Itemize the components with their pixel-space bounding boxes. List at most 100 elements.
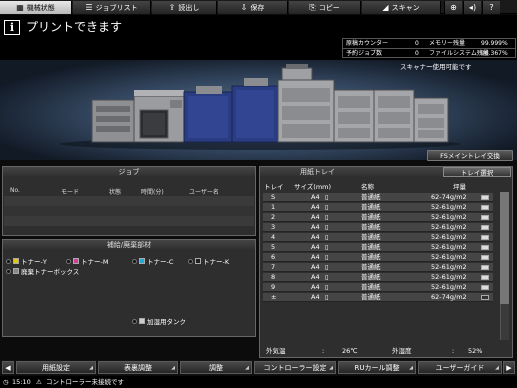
tab-store[interactable]: ⇩ 保存 bbox=[218, 1, 288, 14]
tray-row[interactable]: ± A4 普通紙 62-74g/m2 ▯ bbox=[263, 293, 493, 302]
scroll-left-button[interactable]: ◀ bbox=[2, 361, 14, 374]
memory-value: 99.999% bbox=[481, 40, 508, 47]
tray-paper-name: 普通紙 bbox=[361, 243, 381, 251]
tray-row[interactable]: 5 A4 普通紙 52-61g/m2 ▯ bbox=[263, 243, 493, 252]
tray-paper-name: 普通紙 bbox=[361, 293, 381, 301]
tab-copy[interactable]: ⎘ コピー bbox=[289, 1, 361, 14]
adjustment-button[interactable]: 調整 ◢ bbox=[180, 361, 252, 374]
tab-machine-status[interactable]: ▦ 機械状態 bbox=[0, 1, 72, 14]
status-dot-icon bbox=[188, 258, 193, 264]
tray-id: 7 bbox=[271, 263, 276, 271]
status-dot-icon bbox=[132, 258, 137, 264]
tray-id: 9 bbox=[271, 283, 276, 291]
job-list-icon: ☰ bbox=[85, 2, 93, 12]
portrait-orientation-icon: ▯ bbox=[325, 203, 329, 211]
ru-curl-adjust-button[interactable]: RUカール調整 ◢ bbox=[338, 361, 416, 374]
portrait-orientation-icon: ▯ bbox=[325, 263, 329, 271]
tray-paper-name: 普通紙 bbox=[361, 253, 381, 261]
portrait-orientation-icon: ▯ bbox=[325, 223, 329, 231]
outside-humidity-label: 外湿度 bbox=[392, 347, 412, 355]
tray-paper-weight: 52-61g/m2 bbox=[431, 203, 467, 211]
supply-toner-c: トナー-C bbox=[132, 256, 173, 266]
tray-paper-name: 普通紙 bbox=[361, 213, 381, 221]
fs-main-tray-exchange-button[interactable]: FSメイントレイ交換 bbox=[427, 150, 513, 161]
toner-bottle-icon bbox=[195, 258, 201, 264]
tray-scrollbar-thumb[interactable] bbox=[500, 192, 509, 304]
clock-icon: ◷ bbox=[3, 378, 9, 386]
original-counter-value: 0 bbox=[415, 40, 419, 47]
store-icon: ⇩ bbox=[240, 2, 248, 12]
tray-size: A4 bbox=[311, 263, 320, 271]
tray-row[interactable]: 3 A4 普通紙 52-61g/m2 ▯ bbox=[263, 223, 493, 232]
status-dot-icon bbox=[6, 268, 11, 274]
supply-humidifier-tank: 加湿用タンク bbox=[132, 316, 186, 326]
tray-paper-name: 普通紙 bbox=[361, 203, 381, 211]
machine-status-icon: ▦ bbox=[16, 2, 24, 12]
outside-temp-label: 外気温 bbox=[266, 347, 286, 355]
tray-paper-weight: 52-61g/m2 bbox=[431, 213, 467, 221]
tray-paper-weight: 52-61g/m2 bbox=[431, 223, 467, 231]
paper-level-icon bbox=[481, 195, 489, 200]
front-back-adjust-button[interactable]: 表裏調整 ◢ bbox=[98, 361, 178, 374]
tray-size: A4 bbox=[311, 213, 320, 221]
job-table-header: No. モード 状態 時間(分) ユーザー名 bbox=[3, 187, 255, 196]
tray-paper-weight: 62-74g/m2 bbox=[431, 293, 467, 301]
tray-row[interactable]: 2 A4 普通紙 52-61g/m2 ▯ bbox=[263, 213, 493, 222]
tray-paper-weight: 52-61g/m2 bbox=[431, 233, 467, 241]
tray-paper-name: 普通紙 bbox=[361, 283, 381, 291]
job-row[interactable] bbox=[4, 216, 254, 226]
paper-level-icon bbox=[481, 265, 489, 270]
reserved-jobs-label: 予約ジョブ数 bbox=[346, 50, 383, 57]
status-bar-message: コントローラー未接続です bbox=[46, 378, 124, 386]
supply-panel: 補給/廃棄部材 bbox=[2, 239, 256, 337]
machine-illustration bbox=[0, 60, 517, 160]
tray-row[interactable]: S A4 普通紙 62-74g/m2 ▯ bbox=[263, 193, 493, 202]
tab-scan[interactable]: ◢ スキャン bbox=[362, 1, 441, 14]
tray-select-button[interactable]: トレイ選択 bbox=[443, 167, 511, 177]
toner-bottle-icon bbox=[73, 258, 79, 264]
tray-id: S bbox=[271, 193, 276, 201]
tray-size: A4 bbox=[311, 283, 320, 291]
scanner-status-message: スキャナー使用可能です bbox=[400, 63, 472, 71]
scan-icon: ◢ bbox=[382, 2, 389, 12]
globe-icon[interactable]: ⊕ bbox=[444, 1, 462, 14]
help-icon[interactable]: ? bbox=[482, 1, 500, 14]
tray-row[interactable]: 8 A4 普通紙 52-61g/m2 ▯ bbox=[263, 273, 493, 282]
tray-paper-weight: 52-61g/m2 bbox=[431, 283, 467, 291]
tray-size: A4 bbox=[311, 193, 320, 201]
tab-job-list[interactable]: ☰ ジョブリスト bbox=[73, 1, 151, 14]
outside-humidity-value: 52% bbox=[468, 347, 483, 355]
copy-icon: ⎘ bbox=[309, 2, 316, 12]
portrait-orientation-icon: ▯ bbox=[325, 193, 329, 201]
tray-row[interactable]: 9 A4 普通紙 52-61g/m2 ▯ bbox=[263, 283, 493, 292]
supply-toner-y: トナー-Y bbox=[6, 256, 47, 266]
recall-icon: ⇪ bbox=[168, 2, 176, 12]
tab-recall[interactable]: ⇪ 読出し bbox=[152, 1, 217, 14]
controller-setting-button[interactable]: コントローラー設定 ◢ bbox=[254, 361, 336, 374]
tray-size: A4 bbox=[311, 273, 320, 281]
paper-level-icon bbox=[481, 205, 489, 210]
job-row[interactable] bbox=[4, 196, 254, 206]
job-col-no: No. bbox=[10, 187, 20, 194]
paper-setting-button[interactable]: 用紙設定 ◢ bbox=[16, 361, 96, 374]
tray-paper-name: 普通紙 bbox=[361, 233, 381, 241]
portrait-orientation-icon: ▯ bbox=[325, 293, 329, 301]
tray-paper-weight: 62-74g/m2 bbox=[431, 193, 467, 201]
user-guide-button[interactable]: ユーザーガイド ◢ bbox=[418, 361, 502, 374]
status-dot-icon bbox=[66, 258, 71, 264]
volume-icon[interactable]: ◂) bbox=[463, 1, 481, 14]
portrait-orientation-icon: ▯ bbox=[325, 283, 329, 291]
tray-row[interactable]: 1 A4 普通紙 52-61g/m2 ▯ bbox=[263, 203, 493, 212]
tray-paper-name: 普通紙 bbox=[361, 223, 381, 231]
tray-table-header: トレイ サイズ(mm) 名称 坪量 bbox=[261, 181, 509, 191]
tray-row[interactable]: 4 A4 普通紙 52-61g/m2 ▯ bbox=[263, 233, 493, 242]
paper-level-icon bbox=[481, 255, 489, 260]
job-row[interactable] bbox=[4, 206, 254, 216]
scroll-right-button[interactable]: ▶ bbox=[503, 361, 515, 374]
status-dot-icon bbox=[132, 318, 137, 324]
tray-col-name: 名称 bbox=[361, 183, 374, 191]
job-col-time: 時間(分) bbox=[141, 189, 164, 196]
portrait-orientation-icon: ▯ bbox=[325, 233, 329, 241]
tray-row[interactable]: 7 A4 普通紙 52-61g/m2 ▯ bbox=[263, 263, 493, 272]
tray-row[interactable]: 6 A4 普通紙 52-61g/m2 ▯ bbox=[263, 253, 493, 262]
